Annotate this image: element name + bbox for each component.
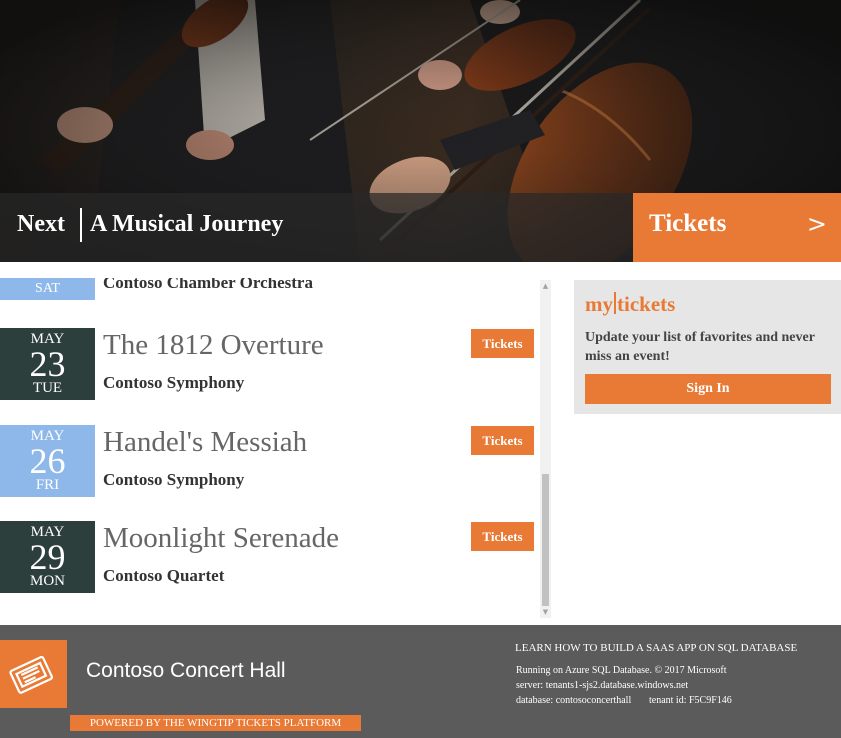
mytickets-description: Update your list of favorites and never … [585, 330, 815, 364]
venue-name: Contoso Concert Hall [86, 659, 286, 682]
event-date: MAY 29 MON [0, 521, 95, 593]
event-venue: Contoso Quartet [103, 566, 225, 585]
event-date: SAT [0, 278, 95, 300]
event-list-scrollbar[interactable]: ▲ ▼ [540, 280, 551, 618]
event-dow: SAT [35, 281, 60, 296]
sign-in-button[interactable]: Sign In [585, 374, 831, 404]
event-title[interactable]: Moonlight Serenade [103, 522, 339, 555]
scroll-up-icon[interactable]: ▲ [540, 280, 551, 292]
event-date: MAY 26 FRI [0, 425, 95, 497]
list-item: MAY 29 MON Moonlight Serenade Contoso Qu… [0, 521, 540, 593]
mytickets-logo-tickets: tickets [617, 292, 676, 316]
event-dow: MON [29, 573, 65, 589]
event-title[interactable]: The 1812 Overture [103, 329, 324, 362]
hero-subtitle: A Musical Journey [90, 211, 284, 237]
mytickets-logo-divider [614, 292, 616, 314]
event-list: SAT Contoso Chamber Orchestra MAY 23 TUE… [0, 278, 540, 620]
event-tickets-button[interactable]: Tickets [471, 522, 534, 551]
event-dow: TUE [32, 380, 63, 396]
event-day: 23 [29, 344, 66, 384]
mytickets-panel: my tickets Update your list of favorites … [574, 280, 841, 414]
running-on-text: Running on Azure SQL Database. © 2017 Mi… [516, 665, 727, 676]
server-text: server: tenants1-sjs2.database.windows.n… [516, 680, 689, 691]
powered-by-banner[interactable]: POWERED BY THE WINGTIP TICKETS PLATFORM [70, 715, 361, 731]
hero-divider [80, 208, 82, 242]
scroll-down-icon[interactable]: ▼ [540, 606, 551, 618]
scrollbar-thumb[interactable] [542, 474, 549, 606]
tenant-id-text: tenant id: F5C9F146 [649, 695, 732, 706]
list-item: SAT Contoso Chamber Orchestra [0, 278, 540, 302]
event-tickets-button[interactable]: Tickets [471, 329, 534, 358]
event-day: 26 [29, 441, 66, 481]
database-text: database: contosoconcerthall [516, 695, 632, 706]
list-item: MAY 23 TUE The 1812 Overture Contoso Sym… [0, 328, 540, 400]
chevron-right-icon: > [806, 210, 827, 238]
event-tickets-button[interactable]: Tickets [471, 426, 534, 455]
event-venue: Contoso Symphony [103, 470, 245, 489]
hero-tickets-label: Tickets [649, 210, 727, 237]
event-venue: Contoso Chamber Orchestra [103, 278, 313, 292]
learn-saas-link[interactable]: LEARN HOW TO BUILD A SAAS APP ON SQL DAT… [515, 642, 797, 654]
event-day: 29 [29, 537, 66, 577]
list-item: MAY 26 FRI Handel's Messiah Contoso Symp… [0, 425, 540, 497]
event-date: MAY 23 TUE [0, 328, 95, 400]
hero-next-label: Next [17, 211, 65, 237]
hero-caption-bar: Next A Musical Journey [0, 193, 633, 262]
ticket-icon [0, 640, 67, 708]
event-title[interactable]: Handel's Messiah [103, 426, 307, 459]
mytickets-logo-my: my [585, 292, 613, 316]
footer: Contoso Concert Hall POWERED BY THE WING… [0, 625, 841, 738]
event-venue: Contoso Symphony [103, 373, 245, 392]
hero-tickets-button[interactable]: Tickets > [633, 193, 841, 262]
event-dow: FRI [35, 477, 60, 493]
mytickets-logo: my tickets [585, 292, 675, 317]
